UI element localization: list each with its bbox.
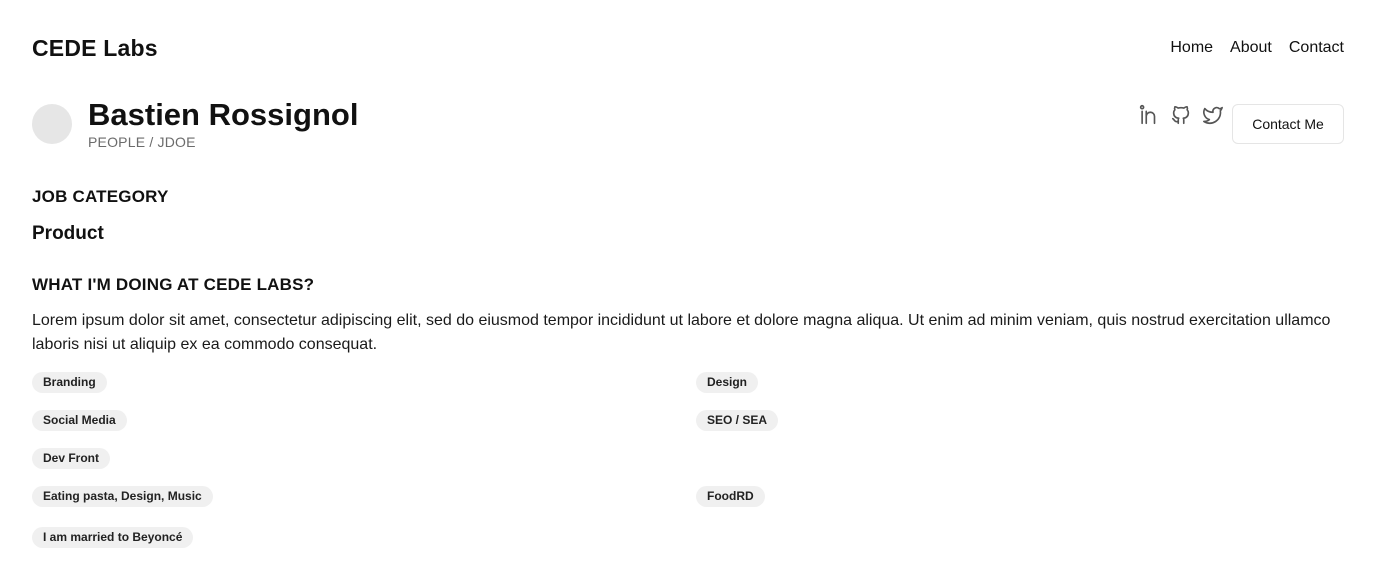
about-label: WHAT I'M DOING AT CEDE LABS? — [32, 275, 315, 294]
profile-name: Bastien Rossignol — [88, 97, 359, 132]
tag-social-media: Social Media — [32, 410, 127, 431]
tag-dev-front: Dev Front — [32, 448, 111, 469]
tag-foodrd: FoodRD — [696, 486, 765, 507]
github-icon[interactable] — [1170, 104, 1192, 126]
job-category-value: Product — [32, 223, 104, 244]
avatar — [32, 104, 72, 144]
about-text: Lorem ipsum dolor sit amet, consectetur … — [32, 312, 1331, 353]
brand-logo[interactable]: CEDE Labs — [32, 35, 158, 62]
tag-fun-fact: I am married to Beyoncé — [32, 527, 194, 548]
twitter-icon[interactable] — [1202, 104, 1224, 126]
tag-hobbies: Eating pasta, Design, Music — [32, 486, 213, 507]
main-nav: Home About Contact — [1170, 39, 1344, 57]
tag-branding: Branding — [32, 372, 107, 393]
contact-me-button[interactable]: Contact Me — [1232, 104, 1344, 144]
nav-contact[interactable]: Contact — [1289, 39, 1344, 57]
tag-seo-sea: SEO / SEA — [696, 410, 779, 431]
breadcrumb: PEOPLE / JDOE — [88, 134, 196, 150]
linkedin-icon[interactable] — [1138, 104, 1160, 126]
nav-about[interactable]: About — [1230, 39, 1272, 57]
nav-home[interactable]: Home — [1170, 39, 1213, 57]
tag-design: Design — [696, 372, 759, 393]
social-links — [1138, 104, 1224, 126]
site-header: CEDE Labs Home About Contact — [32, 33, 1344, 63]
profile-header: Bastien Rossignol PEOPLE / JDOE Contact … — [32, 96, 1344, 156]
job-category-label: JOB CATEGORY — [32, 187, 169, 206]
